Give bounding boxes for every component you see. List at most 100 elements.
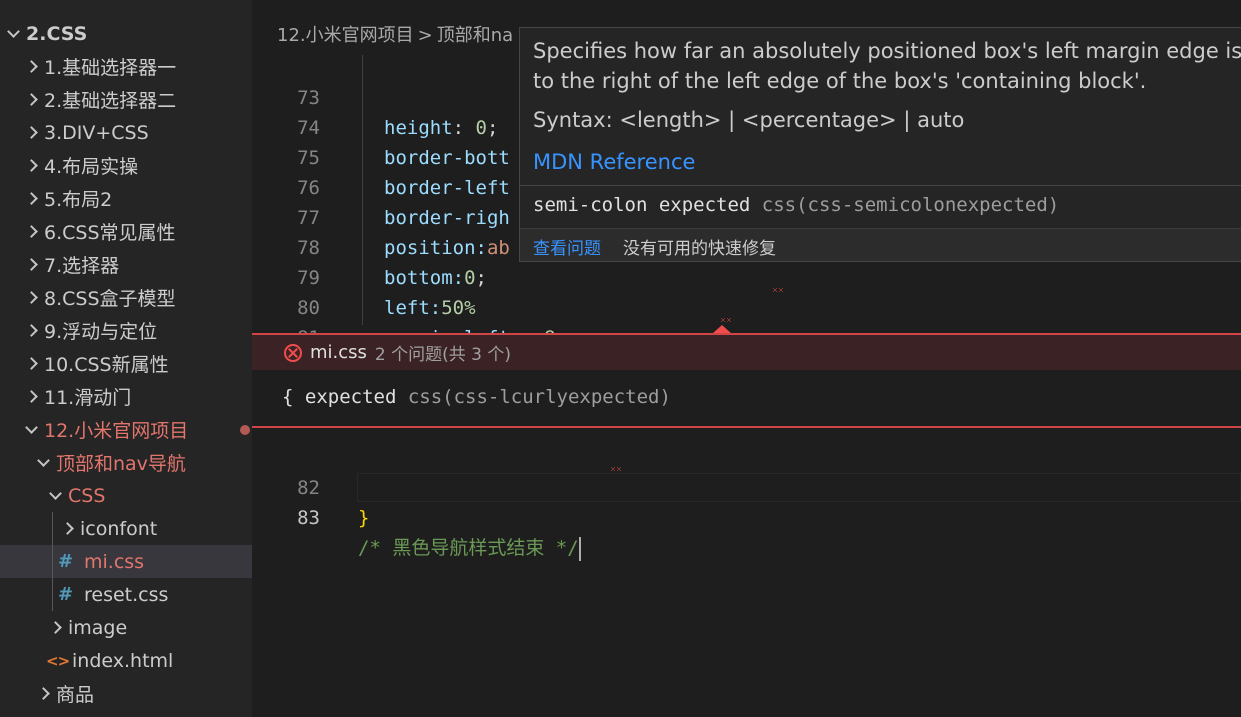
tree-folder-css[interactable]: CSS — [0, 479, 252, 512]
tree-folder-3[interactable]: 3.DIV+CSS — [0, 116, 252, 149]
hover-syntax: Syntax: <length> | <percentage> | auto — [533, 108, 965, 132]
tree-label: index.html — [72, 649, 174, 672]
css-comment: /* 黑色导航样式结束 */ — [358, 537, 579, 559]
chevron-down-icon — [36, 453, 50, 467]
css-file-icon: # — [58, 551, 74, 572]
html-file-icon: <> — [46, 651, 70, 670]
text-cursor — [578, 536, 581, 561]
tree-folder-10[interactable]: 10.CSS新属性 — [0, 347, 252, 380]
tree-label: 10.CSS新属性 — [44, 354, 169, 376]
breadcrumb-item[interactable]: 顶部和na — [437, 25, 513, 46]
tree-folder-4[interactable]: 4.布局实操 — [0, 149, 252, 182]
problem-code: css(css-lcurlyexpected) — [407, 386, 671, 408]
chevron-right-icon — [24, 258, 38, 271]
chevron-down-icon — [24, 420, 38, 434]
code-line: 81 display: none; — [252, 293, 1241, 379]
peek-problems-header: mi.css 2 个问题(共 3 个) — [252, 333, 1241, 370]
error-squiggle[interactable] — [720, 318, 732, 322]
view-problem-link[interactable]: 查看问题 — [533, 234, 601, 259]
tree-label: image — [68, 616, 128, 639]
tree-label: 商品 — [56, 684, 95, 706]
indent-guide — [52, 512, 53, 611]
hover-status-bar: 查看问题 没有可用的快速修复 — [520, 228, 1241, 261]
tree-folder-5[interactable]: 5.布局2 — [0, 182, 252, 215]
tree-file-mi-css[interactable]: # mi.css 3 — [0, 545, 252, 578]
tree-folder-iconfont[interactable]: iconfont — [0, 512, 252, 545]
tree-label: 3.DIV+CSS — [44, 121, 149, 144]
tree-folder-nav[interactable]: 顶部和nav导航 — [0, 446, 252, 479]
css-brace: } — [358, 507, 370, 529]
chevron-right-icon — [36, 687, 50, 700]
problem-message: { expected css(css-lcurlyexpected) — [282, 386, 671, 408]
chevron-right-icon — [48, 621, 62, 634]
tree-folder-goods[interactable]: 商品 — [0, 677, 252, 710]
tree-label: 8.CSS盒子模型 — [44, 288, 176, 310]
tree-label: CSS — [68, 484, 106, 507]
tree-folder-2[interactable]: 2.基础选择器二 — [0, 83, 252, 116]
problem-text: { expected — [282, 386, 397, 408]
tree-label: 12.小米官网项目 — [44, 420, 189, 442]
tree-file-index-html[interactable]: <> index.html — [0, 644, 252, 677]
chevron-right-icon — [24, 159, 38, 172]
code-line: 82 } — [252, 443, 1241, 529]
peek-problem-count: 2 个问题(共 3 个) — [374, 345, 512, 365]
line-number: 83 — [297, 507, 320, 529]
peek-problems-body: { expected css(css-lcurlyexpected) — [252, 370, 1241, 428]
chevron-right-icon — [24, 357, 38, 370]
chevron-right-icon — [24, 126, 38, 139]
error-icon — [284, 343, 302, 362]
hover-description: Specifies how far an absolutely position… — [533, 36, 1241, 96]
diagnostic-message: semi-colon expected — [533, 194, 751, 216]
css-file-icon: # — [58, 584, 74, 605]
code-editor[interactable]: 12.小米官网项目 > 顶部和na 73 height: 0; 74 border-… — [252, 0, 1241, 717]
tree-label: iconfont — [80, 517, 158, 540]
tree-label: 9.浮动与定位 — [44, 321, 158, 343]
tree-label: 1.基础选择器一 — [44, 57, 177, 79]
mdn-reference-link[interactable]: MDN Reference — [533, 150, 695, 174]
breadcrumb-separator-icon: > — [417, 25, 433, 46]
tree-label: 7.选择器 — [44, 255, 120, 277]
hover-diagnostic: semi-colon expected css(css-semicolonexp… — [533, 194, 1059, 216]
tree-label: 6.CSS常见属性 — [44, 222, 176, 244]
peek-file-name: mi.css — [310, 342, 367, 363]
hover-description-line: to the right of the left edge of the box… — [533, 69, 1147, 93]
tree-folder-9[interactable]: 9.浮动与定位 — [0, 314, 252, 347]
tree-label: 2.CSS — [26, 22, 88, 45]
code-line: 80 margin-left: -8px; — [252, 263, 1241, 349]
chevron-right-icon — [24, 93, 38, 106]
code-line: 83 /* 黑色导航样式结束 */ — [252, 473, 1241, 561]
hover-tooltip: Specifies how far an absolutely position… — [519, 27, 1241, 262]
breadcrumb-item[interactable]: 12.小米官网项目 — [277, 25, 414, 46]
tree-folder-7[interactable]: 7.选择器 — [0, 248, 252, 281]
modified-dot-icon — [240, 425, 250, 435]
tree-folder-6[interactable]: 6.CSS常见属性 — [0, 215, 252, 248]
breadcrumb: 12.小米官网项目 > 顶部和na — [277, 21, 513, 47]
tree-folder-root[interactable]: 2.CSS — [0, 17, 252, 50]
tree-folder-image[interactable]: image — [0, 611, 252, 644]
chevron-down-icon — [48, 486, 62, 500]
hover-description-line: Specifies how far an absolutely position… — [533, 39, 1241, 63]
chevron-right-icon — [60, 522, 74, 535]
tree-label: 11.滑动门 — [44, 387, 132, 409]
tree-label: 4.布局实操 — [44, 156, 139, 178]
error-squiggle[interactable] — [772, 288, 784, 292]
error-squiggle[interactable] — [610, 467, 622, 471]
tree-file-reset-css[interactable]: # reset.css — [0, 578, 252, 611]
no-quick-fix-text: 没有可用的快速修复 — [623, 239, 776, 259]
vscode-window: 2.CSS 1.基础选择器一 2.基础选择器二 3.DIV+CSS 4.布局实操… — [0, 0, 1241, 717]
tree-folder-8[interactable]: 8.CSS盒子模型 — [0, 281, 252, 314]
tree-label: reset.css — [84, 583, 169, 606]
tree-label: 顶部和nav导航 — [56, 453, 186, 475]
diagnostic-code: css(css-semicolonexpected) — [761, 194, 1060, 216]
chevron-right-icon — [24, 192, 38, 205]
chevron-right-icon — [24, 225, 38, 238]
tree-label: mi.css — [84, 550, 145, 573]
chevron-right-icon — [24, 291, 38, 304]
hover-divider — [520, 185, 1241, 186]
tree-folder-11[interactable]: 11.滑动门 — [0, 380, 252, 413]
tree-folder-1[interactable]: 1.基础选择器一 — [0, 50, 252, 83]
chevron-down-icon — [6, 24, 20, 38]
explorer-sidebar: 2.CSS 1.基础选择器一 2.基础选择器二 3.DIV+CSS 4.布局实操… — [0, 0, 252, 717]
tree-label: 5.布局2 — [44, 189, 113, 211]
tree-folder-12[interactable]: 12.小米官网项目 — [0, 413, 252, 446]
